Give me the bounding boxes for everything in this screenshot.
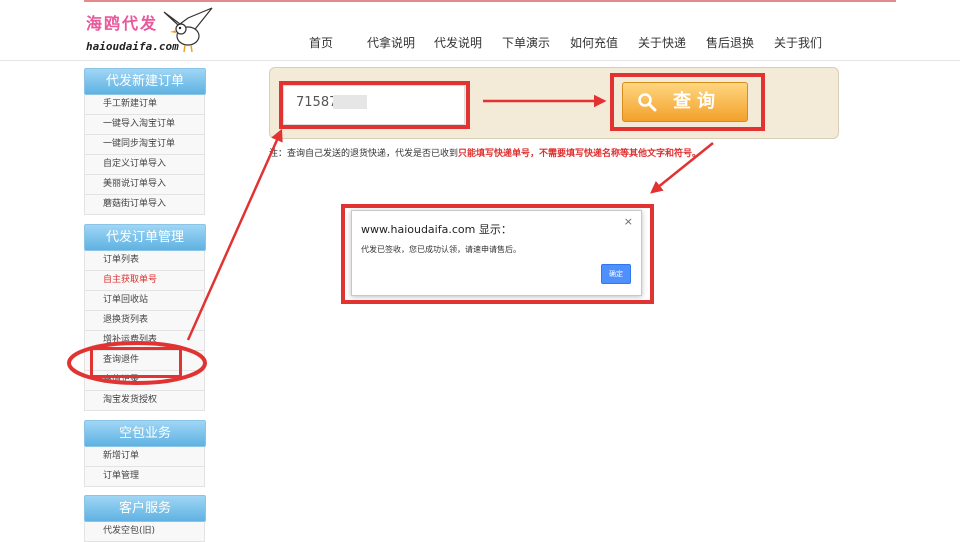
nav-order-demo[interactable]: 下单演示 (502, 34, 550, 51)
sidebar-item-old-empty-package[interactable]: 代发空包(旧) (84, 522, 205, 542)
sidebar-item-mogujie-import[interactable]: 蘑菇街订单导入 (84, 195, 205, 215)
sidebar-item-custom-import[interactable]: 自定义订单导入 (84, 155, 205, 175)
nav-express[interactable]: 关于快递 (638, 34, 686, 51)
sidebar-group-order-management: 代发订单管理 订单列表 自主获取单号 订单回收站 退换货列表 增补运费列表 查询… (84, 224, 206, 411)
query-note-warning: 只能填写快递单号，不需要填写快递名称等其他文字和符号。 (458, 149, 702, 159)
sidebar-item-returns-list[interactable]: 退换货列表 (84, 311, 205, 331)
sidebar-group-title: 客户服务 (84, 495, 206, 522)
sidebar-item-get-tracking[interactable]: 自主获取单号 (84, 271, 205, 291)
sidebar-group-title: 空包业务 (84, 420, 206, 447)
sidebar-item-manual-order[interactable]: 手工新建订单 (84, 95, 205, 115)
header-divider (0, 60, 960, 61)
sidebar-item-recycle-bin[interactable]: 订单回收站 (84, 291, 205, 311)
query-note-text: 注：查询自己发送的退货快递，代发是否已收到 (269, 149, 459, 159)
annotation-box-button (610, 73, 765, 131)
sidebar-group-title: 代发新建订单 (84, 68, 206, 95)
sidebar-group-customer-service: 客户服务 代发空包(旧) (84, 495, 206, 542)
annotation-box-input (279, 81, 470, 129)
nav-about[interactable]: 关于我们 (774, 34, 822, 51)
sidebar-item-import-taobao[interactable]: 一键导入淘宝订单 (84, 115, 205, 135)
sidebar-item-new-order[interactable]: 新增订单 (84, 447, 205, 467)
sidebar-group-title: 代发订单管理 (84, 224, 206, 251)
nav-dropship-info[interactable]: 代发说明 (434, 34, 482, 51)
logo-chinese-text: 海鸥代发 (86, 14, 159, 33)
sidebar-group-new-order: 代发新建订单 手工新建订单 一键导入淘宝订单 一键同步淘宝订单 自定义订单导入 … (84, 68, 206, 215)
sidebar-item-order-list[interactable]: 订单列表 (84, 251, 205, 271)
sidebar-item-taobao-auth[interactable]: 淘宝发货授权 (84, 391, 205, 411)
nav-home[interactable]: 首页 (309, 34, 333, 51)
sidebar-item-meilishuo-import[interactable]: 美丽说订单导入 (84, 175, 205, 195)
nav-pickup-info[interactable]: 代拿说明 (367, 34, 415, 51)
seagull-icon (163, 7, 213, 53)
nav-recharge[interactable]: 如何充值 (570, 34, 618, 51)
query-note: 注：查询自己发送的退货快递，代发是否已收到只能填写快递单号，不需要填写快递名称等… (269, 146, 701, 159)
nav-aftersales[interactable]: 售后退换 (706, 34, 754, 51)
sidebar-item-sync-taobao[interactable]: 一键同步淘宝订单 (84, 135, 205, 155)
sidebar-group-empty-package: 空包业务 新增订单 订单管理 (84, 420, 206, 487)
annotation-box-menu-item (90, 347, 182, 378)
top-border (84, 0, 896, 2)
sidebar-item-order-management[interactable]: 订单管理 (84, 467, 205, 487)
annotation-box-dialog (341, 204, 654, 304)
site-logo[interactable]: 海鸥代发 haioudaifa.com (86, 6, 216, 58)
